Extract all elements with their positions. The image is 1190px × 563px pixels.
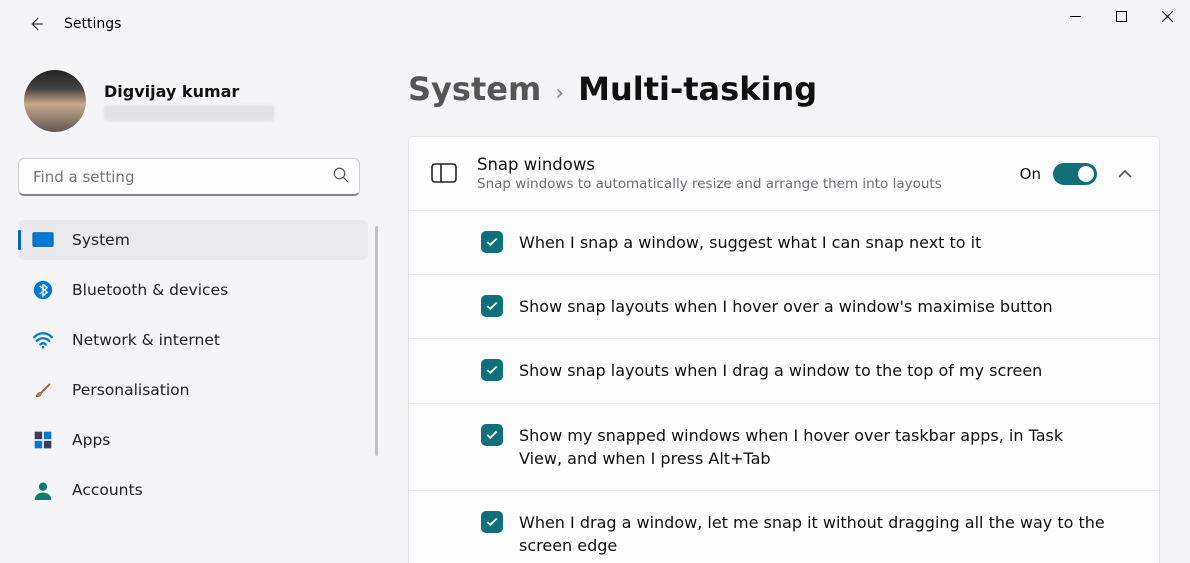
snap-windows-header[interactable]: Snap windows Snap windows to automatical… xyxy=(409,137,1159,210)
brush-icon xyxy=(32,379,54,401)
checkbox-checked[interactable] xyxy=(481,511,503,533)
check-icon xyxy=(485,235,499,249)
sidebar-item-label: System xyxy=(72,231,130,249)
snap-layout-icon xyxy=(431,163,457,185)
sidebar-item-personalisation[interactable]: Personalisation xyxy=(18,370,368,410)
snap-option-row[interactable]: Show my snapped windows when I hover ove… xyxy=(409,403,1159,490)
snap-windows-toggle[interactable] xyxy=(1053,163,1097,185)
profile-block[interactable]: Digvijay kumar xyxy=(24,70,380,132)
content-area: System › Multi-tasking Snap windows Snap… xyxy=(408,70,1160,563)
close-icon xyxy=(1162,11,1173,22)
sidebar-item-label: Accounts xyxy=(72,481,143,499)
sidebar-item-label: Network & internet xyxy=(72,331,220,349)
sidebar-item-apps[interactable]: Apps xyxy=(18,420,368,460)
sidebar-item-network[interactable]: Network & internet xyxy=(18,320,368,360)
back-arrow-icon xyxy=(27,15,45,33)
checkbox-checked[interactable] xyxy=(481,359,503,381)
back-button[interactable] xyxy=(16,4,56,44)
nav-list: System Bluetooth & devices Network & int… xyxy=(18,220,368,510)
snap-option-row[interactable]: When I snap a window, suggest what I can… xyxy=(409,210,1159,274)
search-input[interactable] xyxy=(18,158,360,196)
apps-icon xyxy=(32,429,54,451)
snap-option-label: Show snap layouts when I drag a window t… xyxy=(519,359,1042,382)
title-bar: Settings xyxy=(0,0,1190,48)
snap-option-label: Show snap layouts when I hover over a wi… xyxy=(519,295,1053,318)
sidebar-item-label: Apps xyxy=(72,431,110,449)
sidebar-item-label: Personalisation xyxy=(72,381,189,399)
breadcrumb-current: Multi-tasking xyxy=(578,70,817,108)
checkbox-checked[interactable] xyxy=(481,424,503,446)
breadcrumb-parent[interactable]: System xyxy=(408,70,541,108)
check-icon xyxy=(485,428,499,442)
chevron-right-icon: › xyxy=(555,81,564,106)
bluetooth-icon xyxy=(32,279,54,301)
snap-windows-desc: Snap windows to automatically resize and… xyxy=(477,176,1020,192)
sidebar-item-bluetooth[interactable]: Bluetooth & devices xyxy=(18,270,368,310)
snap-windows-title: Snap windows xyxy=(477,155,1020,174)
minimize-icon xyxy=(1070,11,1081,22)
expand-collapse-button[interactable] xyxy=(1117,164,1137,183)
snap-option-label: Show my snapped windows when I hover ove… xyxy=(519,424,1109,470)
search-icon xyxy=(332,166,350,188)
toggle-state-label: On xyxy=(1020,165,1041,183)
snap-option-row[interactable]: Show snap layouts when I hover over a wi… xyxy=(409,274,1159,338)
sidebar-item-system[interactable]: System xyxy=(18,220,368,260)
snap-option-label: When I snap a window, suggest what I can… xyxy=(519,231,981,254)
avatar xyxy=(24,70,86,132)
profile-name: Digvijay kumar xyxy=(104,82,274,101)
breadcrumb: System › Multi-tasking xyxy=(408,70,1160,108)
accounts-icon xyxy=(32,479,54,501)
system-icon xyxy=(32,229,54,251)
maximize-icon xyxy=(1116,11,1127,22)
check-icon xyxy=(485,515,499,529)
snap-option-label: When I drag a window, let me snap it wit… xyxy=(519,511,1109,557)
profile-subtext-redacted xyxy=(104,105,274,121)
search-wrap xyxy=(18,158,360,196)
sidebar-scrollbar[interactable] xyxy=(375,226,378,456)
snap-option-row[interactable]: Show snap layouts when I drag a window t… xyxy=(409,338,1159,402)
maximize-button[interactable] xyxy=(1098,0,1144,32)
window-controls xyxy=(1052,0,1190,32)
snap-windows-panel: Snap windows Snap windows to automatical… xyxy=(408,136,1160,563)
close-button[interactable] xyxy=(1144,0,1190,32)
snap-option-row[interactable]: When I drag a window, let me snap it wit… xyxy=(409,490,1159,563)
sidebar-item-accounts[interactable]: Accounts xyxy=(18,470,368,510)
checkbox-checked[interactable] xyxy=(481,295,503,317)
sidebar: Digvijay kumar System Bluetooth & device… xyxy=(0,70,380,563)
check-icon xyxy=(485,299,499,313)
checkbox-checked[interactable] xyxy=(481,231,503,253)
wifi-icon xyxy=(32,329,54,351)
sidebar-item-label: Bluetooth & devices xyxy=(72,281,228,299)
app-title: Settings xyxy=(64,16,121,32)
minimize-button[interactable] xyxy=(1052,0,1098,32)
chevron-up-icon xyxy=(1117,169,1133,179)
check-icon xyxy=(485,363,499,377)
